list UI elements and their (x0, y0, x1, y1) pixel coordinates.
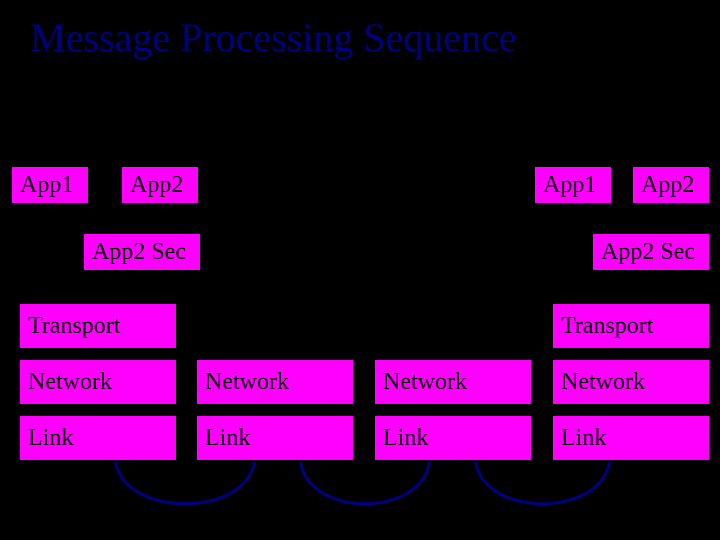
right-network: Network (551, 358, 711, 406)
mid2-network: Network (373, 358, 533, 406)
left-link: Link (18, 414, 178, 462)
left-network: Network (18, 358, 178, 406)
left-transport: Transport (18, 302, 178, 350)
right-link: Link (551, 414, 711, 462)
left-app1: App1 (10, 165, 90, 205)
right-app2sec: App2 Sec (591, 232, 711, 272)
left-app2: App2 (120, 165, 200, 205)
slide-title: Message Processing Sequence (30, 14, 517, 61)
mid1-link: Link (195, 414, 355, 462)
left-app2sec: App2 Sec (82, 232, 202, 272)
right-app1: App1 (533, 165, 613, 205)
right-transport: Transport (551, 302, 711, 350)
slide: Message Processing Sequence App1 App2 Ap… (0, 0, 720, 540)
right-app2: App2 (631, 165, 711, 205)
mid1-network: Network (195, 358, 355, 406)
mid2-link: Link (373, 414, 533, 462)
